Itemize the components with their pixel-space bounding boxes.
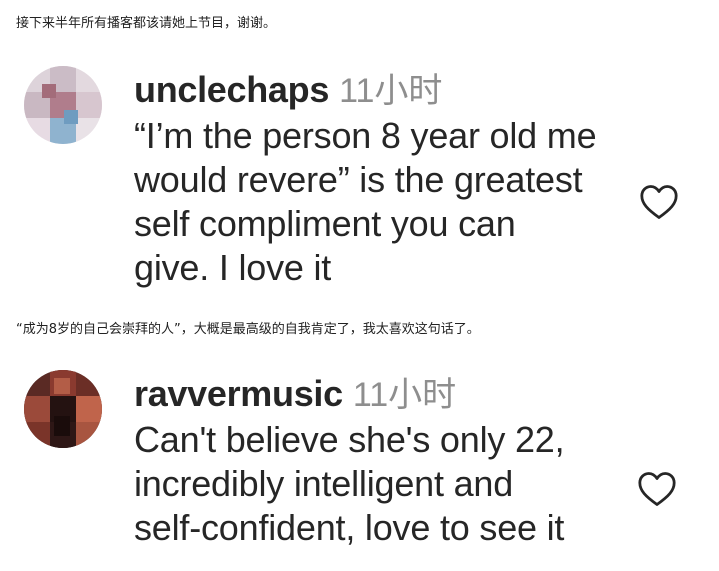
comment-text-line: Can't believe she's only 22, (134, 419, 565, 460)
translation-caption: “成为8岁的自己会崇拜的人”，大概是最高级的自我肯定了，我太喜欢这句话了。 (16, 322, 480, 337)
timestamp: 11小时 (339, 72, 443, 110)
comment-text-line: “I’m the person 8 year old me (134, 115, 597, 156)
heart-outline-icon[interactable] (637, 471, 677, 507)
comment-text: Can't believe she's only 22, incredibly … (134, 418, 634, 550)
translation-caption: 接下来半年所有播客都该请她上节目，谢谢。 (16, 16, 277, 31)
comment-text-line: self compliment you can (134, 203, 516, 244)
username[interactable]: unclechaps (134, 69, 329, 110)
username[interactable]: ravvermusic (134, 373, 343, 414)
comment-text-line: self-confident, love to see it (134, 507, 565, 548)
comment-text-line: would revere” is the greatest (134, 159, 583, 200)
avatar-image (24, 370, 102, 448)
comment-text-line: incredibly intelligent and (134, 463, 514, 504)
avatar[interactable] (24, 66, 102, 144)
comment-item: ravvermusic 11小时 Can't believe she's only… (0, 370, 719, 560)
comment-text: “I’m the person 8 year old me would reve… (134, 114, 634, 290)
comment-text-line: give. I love it (134, 247, 332, 288)
heart-outline-icon[interactable] (639, 184, 679, 220)
avatar[interactable] (24, 370, 102, 448)
timestamp: 11小时 (352, 376, 457, 414)
comment-header: unclechaps 11小时 (134, 68, 442, 119)
comment-item: unclechaps 11小时 “I’m the person 8 year ol… (0, 66, 719, 296)
comment-header: ravvermusic 11小时 (134, 372, 456, 423)
avatar-image (24, 66, 102, 144)
